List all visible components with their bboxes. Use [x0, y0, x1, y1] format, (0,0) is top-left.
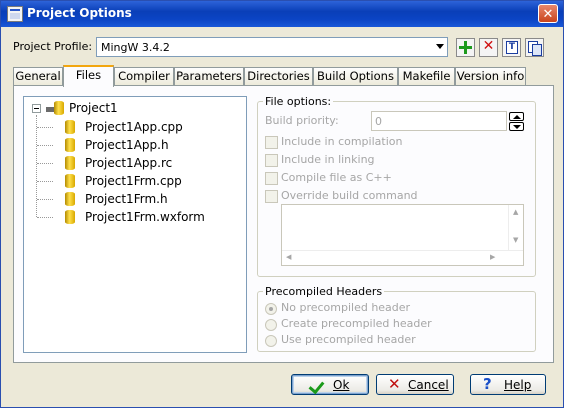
no-precompiled-label: No precompiled header [281, 301, 411, 314]
file-icon [65, 138, 75, 152]
file-icon [65, 174, 75, 188]
project-icon [46, 101, 66, 115]
project-files-tree[interactable]: Project1 Project1App.cpp Project1App.h P… [23, 96, 247, 353]
include-compilation-checkbox[interactable] [265, 136, 278, 149]
include-linking-label: Include in linking [281, 153, 375, 166]
close-button[interactable]: ✕ [538, 4, 558, 23]
collapse-icon[interactable] [32, 104, 41, 113]
file-icon [65, 210, 75, 224]
window-title: Project Options [27, 6, 132, 20]
rename-profile-button[interactable]: T [502, 38, 521, 57]
scroll-down-icon[interactable]: ▼ [513, 237, 518, 244]
rename-icon: T [506, 41, 518, 54]
tree-file-label: Project1Frm.h [85, 192, 168, 206]
file-icon [65, 192, 75, 206]
close-icon: ✕ [542, 7, 554, 22]
compile-cpp-checkbox[interactable] [265, 172, 278, 185]
ok-button[interactable]: Ok [291, 374, 369, 395]
build-priority-label: Build priority: [265, 114, 339, 127]
override-build-checkbox[interactable] [265, 190, 278, 203]
title-bar[interactable]: Project Options ✕ [1, 1, 563, 27]
build-priority-value: 0 [375, 115, 382, 128]
project-profile-label: Project Profile: [13, 40, 93, 53]
tab-parameters[interactable]: Parameters [174, 67, 244, 86]
tab-files[interactable]: Files [63, 65, 114, 87]
scroll-up-icon[interactable]: ▲ [513, 209, 518, 216]
file-icon [65, 120, 75, 134]
tab-makefile[interactable]: Makefile [398, 67, 455, 86]
project-options-window: Project Options ✕ Project Profile: MingW… [0, 0, 564, 408]
help-button[interactable]: ? Help [470, 374, 546, 395]
project-profile-select[interactable]: MingW 3.4.2 [96, 37, 448, 57]
tab-general[interactable]: General [13, 67, 63, 86]
tree-connector [36, 115, 38, 217]
tree-file-label: Project1Frm.cpp [85, 174, 182, 188]
include-compilation-label: Include in compilation [281, 135, 403, 148]
include-linking-checkbox[interactable] [265, 154, 278, 167]
project-profile-value: MingW 3.4.2 [101, 41, 170, 54]
tree-file-label: Project1App.h [85, 138, 169, 152]
create-precompiled-label: Create precompiled header [281, 317, 432, 330]
chevron-down-icon [436, 44, 444, 49]
cancel-icon: ✕ [388, 375, 401, 393]
no-precompiled-radio[interactable] [265, 303, 277, 315]
cancel-button[interactable]: ✕ Cancel [376, 374, 454, 395]
scroll-left-icon[interactable]: ◀ [286, 254, 291, 261]
tree-file-label: Project1Frm.wxform [85, 210, 205, 224]
help-icon: ? [483, 375, 492, 393]
help-label: Help [504, 378, 532, 392]
tab-directories[interactable]: Directories [244, 67, 313, 86]
tab-build-options[interactable]: Build Options [313, 67, 398, 86]
delete-profile-button[interactable]: ✕ [479, 38, 498, 57]
scroll-right-icon[interactable]: ▶ [490, 254, 495, 261]
window-icon [7, 6, 23, 22]
tree-file-label: Project1App.rc [85, 156, 173, 170]
build-priority-spinner[interactable] [509, 112, 524, 131]
ok-label: Ok [333, 378, 350, 392]
tab-compiler[interactable]: Compiler [114, 67, 174, 86]
override-build-label: Override build command [281, 189, 418, 202]
check-icon [308, 377, 325, 395]
delete-icon: ✕ [482, 38, 495, 54]
precompiled-headers-title: Precompiled Headers [263, 285, 385, 298]
file-icon [65, 156, 75, 170]
use-precompiled-radio[interactable] [265, 335, 277, 347]
add-profile-button[interactable] [456, 38, 475, 57]
tab-version-info[interactable]: Version info [455, 67, 526, 86]
cancel-label: Cancel [408, 378, 449, 392]
copy-profile-button[interactable] [525, 38, 544, 57]
horizontal-scrollbar[interactable]: ◀ ▶ [282, 250, 523, 265]
file-options-title: File options: [263, 95, 334, 108]
spin-down-icon[interactable] [509, 122, 524, 131]
spin-up-icon[interactable] [509, 112, 524, 121]
build-priority-input[interactable]: 0 [371, 111, 507, 131]
tree-file-label: Project1App.cpp [85, 120, 183, 134]
use-precompiled-label: Use precompiled header [281, 333, 416, 346]
create-precompiled-radio[interactable] [265, 319, 277, 331]
compile-cpp-label: Compile file as C++ [281, 171, 392, 184]
vertical-scrollbar[interactable]: ▲ ▼ [508, 205, 523, 251]
build-command-memo[interactable]: ▲ ▼ ◀ ▶ [281, 204, 524, 266]
tree-root-label: Project1 [69, 101, 118, 115]
